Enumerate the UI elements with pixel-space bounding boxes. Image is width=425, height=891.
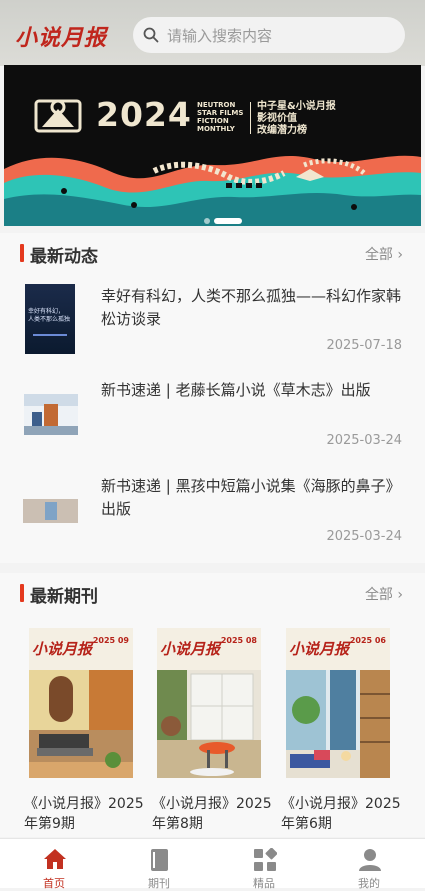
banner-artwork — [4, 65, 421, 226]
carousel-dot-active[interactable] — [214, 217, 242, 224]
app-logo[interactable]: 小说月报 — [15, 20, 107, 52]
user-icon — [359, 849, 381, 871]
banner-cn-line: 影视价值 — [257, 113, 297, 124]
journal-cover: 小说月报 2025 09 — [29, 628, 133, 778]
news-thumbnail — [23, 499, 78, 523]
search-icon — [143, 27, 159, 43]
cover-issue: 2025 09 — [92, 636, 129, 645]
journal-cover: 小说月报 2025 06 — [286, 628, 390, 778]
search-input[interactable] — [165, 24, 389, 48]
cover-photo — [157, 670, 261, 778]
cover-masthead: 小说月报 2025 09 — [29, 628, 133, 670]
news-item[interactable]: 新书速递 | 黑孩中短篇小说集《海豚的鼻子》出版 2025-03-24 — [0, 469, 425, 565]
journal-more-link[interactable]: 全部 › — [365, 584, 403, 604]
home-icon — [44, 849, 66, 869]
thumbnail-book — [32, 412, 42, 426]
tab-journals[interactable]: 期刊 — [106, 839, 212, 890]
banner-year: 2024 — [96, 95, 192, 134]
thumbnail-decoration — [33, 334, 67, 336]
carousel-dot[interactable] — [204, 217, 210, 224]
tab-profile[interactable]: 我的 — [316, 839, 422, 890]
thumbnail-book — [44, 404, 58, 426]
cover-title: 小说月报 — [160, 640, 221, 658]
cover-masthead: 小说月报 2025 08 — [157, 628, 261, 670]
thumbnail-text: 幸好有科幻， 人类不那么孤独 — [28, 308, 70, 324]
banner-carousel[interactable]: 2024 NEUTRON STAR FILMS FICTION MONTHLY … — [4, 65, 421, 226]
thumbnail-line: 幸好有科幻， — [28, 308, 65, 315]
banner-en-line: NEUTRON — [197, 101, 236, 109]
banner-chinese-text: 中子星&小说月报 影视价值 改编潜力榜 — [257, 101, 336, 137]
news-section: 最新动态 全部 › 幸好有科幻， 人类不那么孤独 幸好有科幻，人类不那么孤独——… — [0, 233, 425, 563]
tab-label: 首页 — [43, 877, 65, 890]
news-section-title: 最新动态 — [30, 247, 98, 267]
cover-issue: 2025 08 — [220, 636, 257, 645]
tab-label: 精品 — [253, 877, 275, 890]
section-accent-bar — [20, 584, 24, 602]
journal-cover: 小说月报 2025 08 — [157, 628, 261, 778]
tab-featured[interactable]: 精品 — [211, 839, 317, 890]
chevron-right-icon: › — [397, 247, 403, 263]
thumbnail-line: 人类不那么孤独 — [28, 316, 71, 323]
cover-photo — [29, 670, 133, 778]
news-date: 2025-07-18 — [326, 338, 402, 353]
journal-more-label: 全部 — [364, 587, 393, 603]
banner-english-text: NEUTRON STAR FILMS FICTION MONTHLY — [197, 101, 243, 133]
cover-photo — [286, 670, 390, 778]
thumbnail-book — [45, 502, 57, 520]
section-accent-bar — [20, 244, 24, 262]
tab-label: 期刊 — [148, 877, 170, 890]
journal-caption: 《小说月报》2025年第9期 — [24, 796, 144, 832]
bottom-tab-bar: 首页 期刊 精品 我的 — [0, 838, 425, 890]
tab-label: 我的 — [358, 877, 380, 890]
cover-issue: 2025 06 — [349, 636, 386, 645]
news-thumbnail — [24, 394, 78, 435]
news-title: 新书速递 | 黑孩中短篇小说集《海豚的鼻子》出版 — [101, 477, 401, 518]
news-date: 2025-03-24 — [326, 433, 402, 448]
banner-en-line: FICTION — [197, 117, 229, 125]
header: 小说月报 — [0, 0, 425, 66]
carousel-indicator — [204, 210, 246, 226]
chevron-right-icon: › — [397, 587, 403, 603]
news-thumbnail: 幸好有科幻， 人类不那么孤独 — [25, 284, 75, 354]
search-bar[interactable] — [133, 17, 405, 53]
banner-cn-line: 中子星&小说月报 — [257, 101, 336, 112]
grid-icon — [254, 848, 277, 871]
tab-home[interactable]: 首页 — [1, 839, 107, 890]
news-date: 2025-03-24 — [326, 529, 402, 544]
book-icon — [151, 849, 168, 871]
banner-divider — [250, 102, 251, 134]
news-more-label: 全部 — [364, 247, 393, 263]
cover-masthead: 小说月报 2025 06 — [286, 628, 390, 670]
news-more-link[interactable]: 全部 › — [365, 244, 403, 264]
news-title: 新书速递 | 老藤长篇小说《草木志》出版 — [101, 381, 371, 399]
news-item[interactable]: 幸好有科幻， 人类不那么孤独 幸好有科幻，人类不那么孤独——科幻作家韩松访谈录 … — [0, 277, 425, 373]
banner-cn-line: 改编潜力榜 — [257, 125, 307, 136]
banner-en-line: STAR FILMS — [197, 109, 244, 117]
journal-caption: 《小说月报》2025年第8期 — [152, 796, 272, 832]
news-item[interactable]: 新书速递 | 老藤长篇小说《草木志》出版 2025-03-24 — [0, 373, 425, 469]
journal-caption: 《小说月报》2025年第6期 — [281, 796, 401, 832]
cover-title: 小说月报 — [32, 640, 93, 658]
thumbnail-bg — [24, 426, 78, 435]
news-title: 幸好有科幻，人类不那么孤独——科幻作家韩松访谈录 — [101, 287, 402, 328]
journal-section-title: 最新期刊 — [30, 587, 98, 607]
banner-en-line: MONTHLY — [197, 125, 235, 133]
cover-title: 小说月报 — [289, 640, 350, 658]
